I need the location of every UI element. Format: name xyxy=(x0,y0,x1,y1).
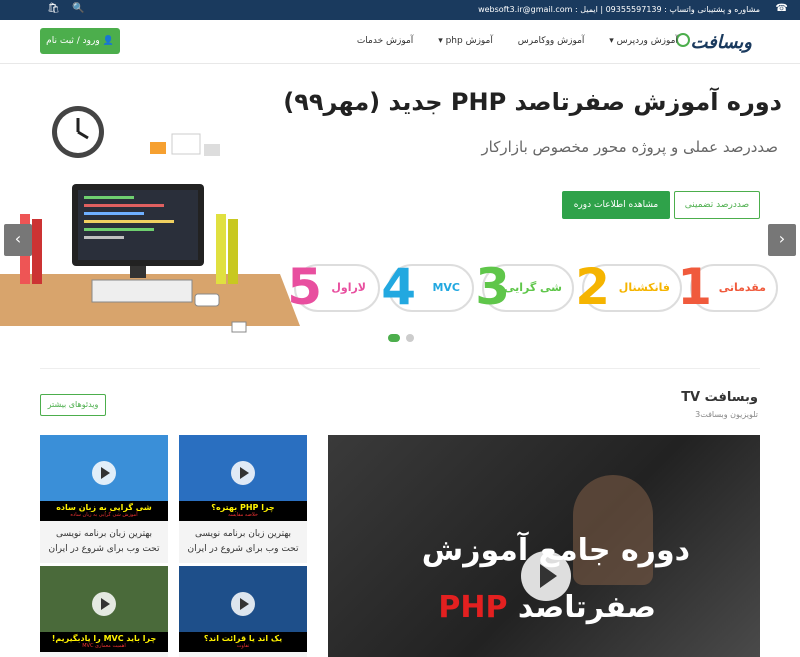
cart-icon[interactable]: 🛍 xyxy=(47,3,60,14)
video-card[interactable]: چرا PHP بهتره؟ خلاصه مقایسه بهترین زبان ب… xyxy=(179,435,307,563)
course-info-button[interactable]: مشاهده اطلاعات دوره xyxy=(562,191,670,219)
slider-next-button[interactable]: › xyxy=(768,224,796,256)
level-badge-2: 2 فانکشنال xyxy=(575,258,682,316)
play-icon[interactable] xyxy=(231,592,255,616)
tv-section-subtitle: تلویزیون وبسافت3 xyxy=(695,410,758,419)
level-badge-3: 3 شی گرایی xyxy=(475,258,574,316)
slider-dot[interactable] xyxy=(406,334,414,342)
search-icon[interactable]: 🔍 xyxy=(72,3,84,14)
main-navbar: وبسافت آموزش وردپرس ▾ آموزش ووکامرس آموز… xyxy=(0,20,800,64)
user-icon: 👤 xyxy=(102,36,114,46)
video-card[interactable]: شی گرایی به زبان ساده آموزش شی گرایی به ز… xyxy=(40,435,168,563)
menu-item-services[interactable]: آموزش خدمات xyxy=(357,36,414,46)
level-badge-1: 1 مقدماتی xyxy=(677,258,778,316)
video-thumbnail[interactable]: شی گرایی به زبان ساده آموزش شی گرایی به ز… xyxy=(40,435,168,521)
contact-info: مشاوره و پشتیبانی واتساپ : 09355597139 |… xyxy=(478,5,760,14)
phone-icon: ☎ xyxy=(775,3,788,14)
main-menu: آموزش وردپرس ▾ آموزش ووکامرس آموزش php ▾… xyxy=(335,36,678,46)
video-thumbnail[interactable]: یک اند یا قرائت اند؟ تفاوت xyxy=(179,566,307,652)
hero-slider: دوره آموزش صفرتاصد PHP جدید (مهر۹۹) صددر… xyxy=(0,64,800,360)
featured-video[interactable]: دوره جامع آموزش صفرتاصد PHP xyxy=(328,435,760,657)
play-icon[interactable] xyxy=(92,592,116,616)
guarantee-button[interactable]: صددرصد تضمینی xyxy=(674,191,760,219)
menu-item-php[interactable]: آموزش php ▾ xyxy=(438,36,493,46)
play-icon[interactable] xyxy=(231,461,255,485)
thumbnail-caption: شی گرایی به زبان ساده آموزش شی گرایی به ز… xyxy=(40,501,168,521)
level-badge-5: 5 لاراول xyxy=(287,258,380,316)
slider-dot-active[interactable] xyxy=(388,334,400,342)
video-thumbnail[interactable]: چرا باید MVC را یادبگیریم! اهمیت معماری M… xyxy=(40,566,168,652)
video-card-title[interactable]: بهترین زبان برنامه نویسی تحت وب برای شرو… xyxy=(40,521,168,563)
video-card[interactable]: یک اند یا قرائت اند؟ تفاوت xyxy=(179,566,307,657)
level-badge-4: 4 MVC xyxy=(381,258,474,316)
presenter-image xyxy=(573,475,653,585)
play-icon[interactable] xyxy=(92,461,116,485)
tv-section-title: وبسافت TV xyxy=(681,390,758,405)
thumbnail-caption: یک اند یا قرائت اند؟ تفاوت xyxy=(179,632,307,652)
login-register-button[interactable]: 👤 ورود / ثبت نام xyxy=(40,28,120,54)
menu-item-woocommerce[interactable]: آموزش ووکامرس xyxy=(518,36,585,46)
thumbnail-caption: چرا باید MVC را یادبگیریم! اهمیت معماری M… xyxy=(40,632,168,652)
video-card[interactable]: چرا باید MVC را یادبگیریم! اهمیت معماری M… xyxy=(40,566,168,657)
slide-subtitle: صددرصد عملی و پروژه محور مخصوص بازارکار xyxy=(481,138,778,156)
thumbnail-caption: چرا PHP بهتره؟ خلاصه مقایسه xyxy=(179,501,307,521)
top-bar: ☎ مشاوره و پشتیبانی واتساپ : 09355597139… xyxy=(0,0,800,20)
play-icon[interactable] xyxy=(521,551,571,601)
menu-item-wordpress[interactable]: آموزش وردپرس ▾ xyxy=(609,36,678,46)
slider-prev-button[interactable]: ‹ xyxy=(4,224,32,256)
hero-illustration xyxy=(0,106,300,354)
slide-title: دوره آموزش صفرتاصد PHP جدید (مهر۹۹) xyxy=(283,88,782,116)
video-thumbnail[interactable]: چرا PHP بهتره؟ خلاصه مقایسه xyxy=(179,435,307,521)
divider xyxy=(40,368,760,369)
site-logo[interactable]: وبسافت xyxy=(676,32,752,53)
video-card-title[interactable]: بهترین زبان برنامه نویسی تحت وب برای شرو… xyxy=(179,521,307,563)
more-videos-button[interactable]: ویدئوهای بیشتر xyxy=(40,394,106,416)
